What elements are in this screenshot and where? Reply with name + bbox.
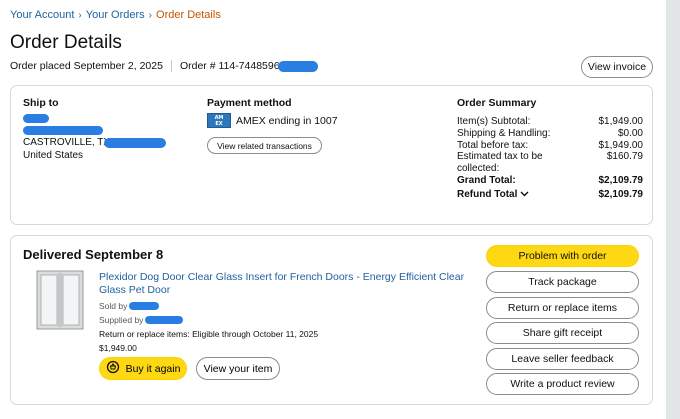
breadcrumb-separator: › — [78, 9, 82, 21]
order-number: Order # 114-7448596 — [180, 60, 318, 72]
problem-with-order-button[interactable]: Problem with order — [486, 245, 639, 267]
refund-total-toggle[interactable]: Refund Total — [457, 189, 529, 201]
write-review-button[interactable]: Write a product review — [486, 373, 639, 395]
order-number-text: Order # 114-7448596 — [179, 60, 280, 72]
breadcrumb-separator: › — [148, 9, 153, 21]
refund-total-value: $2,109.79 — [598, 188, 644, 200]
redaction-mark — [277, 60, 318, 72]
summary-label: Item(s) Subtotal: — [457, 116, 531, 127]
sold-by-line: Sold by — [99, 301, 160, 311]
summary-row: Total before tax: $1,949.00 — [457, 140, 643, 152]
grand-total-label: Grand Total: — [457, 174, 516, 186]
product-title-link[interactable]: Plexidor Dog Door Clear Glass Insert for… — [99, 271, 474, 297]
redaction-mark — [23, 113, 49, 123]
summary-label: Total before tax: — [457, 139, 529, 151]
ship-to-city: CASTROVILLE, TX — [23, 137, 111, 148]
summary-label: Shipping & Handling: — [457, 127, 551, 139]
view-your-item-button[interactable]: View your item — [196, 357, 280, 380]
leave-seller-feedback-button[interactable]: Leave seller feedback — [486, 348, 639, 370]
product-image[interactable] — [30, 269, 90, 331]
ship-to-address: CASTROVILLE, TX United States — [23, 112, 167, 163]
summary-value: $1,949.00 — [598, 116, 644, 127]
payment-method-title: Payment method — [207, 97, 292, 109]
summary-row: Item(s) Subtotal: $1,949.00 — [457, 116, 643, 128]
breadcrumb-your-account[interactable]: Your Account — [10, 9, 74, 21]
view-transactions-button[interactable]: View related transactions — [207, 137, 322, 154]
order-placed-date: Order placed September 2, 2025 — [10, 60, 163, 72]
supplied-by-label: Supplied by — [99, 315, 144, 325]
breadcrumb-your-orders[interactable]: Your Orders — [86, 9, 145, 21]
buy-again-icon — [106, 360, 120, 377]
grand-total-value: $2,109.79 — [598, 174, 644, 186]
order-summary-title: Order Summary — [457, 97, 537, 109]
breadcrumb: Your Account › Your Orders › Order Detai… — [10, 9, 221, 21]
ship-to-name-line — [23, 112, 166, 125]
page-title: Order Details — [10, 32, 122, 53]
supplied-by-line: Supplied by — [99, 315, 184, 325]
ship-to-title: Ship to — [23, 97, 59, 109]
amex-logo-bottom: EX — [215, 120, 223, 127]
redaction-mark — [23, 126, 103, 136]
redaction-mark — [104, 138, 167, 149]
summary-row: Estimated tax to be collected: $160.79 — [457, 151, 643, 175]
meta-divider — [170, 60, 172, 72]
ship-to-city-line: CASTROVILLE, TX — [23, 137, 167, 150]
shipment-card: Delivered September 8 Plexidor Dog Door … — [10, 235, 653, 405]
summary-value: $160.79 — [606, 151, 643, 163]
return-eligibility: Return or replace items: Eligible throug… — [99, 329, 319, 339]
summary-value: $0.00 — [617, 127, 643, 139]
order-meta: Order placed September 2, 2025 Order # 1… — [10, 60, 318, 72]
summary-value: $1,949.00 — [598, 139, 644, 151]
ship-to-country: United States — [23, 149, 84, 161]
dog-door-insert-icon — [36, 270, 84, 330]
view-invoice-button[interactable]: View invoice — [581, 56, 653, 78]
sold-by-label: Sold by — [99, 301, 128, 311]
refund-total-row[interactable]: Refund Total $2,109.79 — [457, 189, 643, 201]
buy-it-again-label: Buy it again — [125, 362, 181, 375]
amex-card-icon: AM EX — [207, 113, 231, 128]
payment-card-text: AMEX ending in 1007 — [236, 114, 338, 127]
redaction-mark — [129, 302, 160, 310]
breadcrumb-current: Order Details — [156, 9, 221, 21]
chevron-down-icon — [520, 189, 529, 199]
summary-row: Shipping & Handling: $0.00 — [457, 128, 643, 140]
return-replace-button[interactable]: Return or replace items — [486, 297, 639, 319]
share-gift-receipt-button[interactable]: Share gift receipt — [486, 322, 639, 344]
redaction-mark — [145, 316, 184, 324]
order-summary-table: Item(s) Subtotal: $1,949.00 Shipping & H… — [457, 116, 643, 201]
buy-it-again-button[interactable]: Buy it again — [99, 357, 187, 380]
refund-total-label: Refund Total — [457, 188, 518, 200]
item-price: $1,949.00 — [99, 343, 137, 353]
ship-to-street-line — [23, 125, 166, 138]
payment-card-row: AM EX AMEX ending in 1007 — [207, 113, 338, 128]
track-package-button[interactable]: Track package — [486, 271, 639, 293]
delivery-status: Delivered September 8 — [23, 247, 164, 262]
order-info-card: Ship to CASTROVILLE, TX United States Pa… — [10, 85, 653, 225]
summary-label: Estimated tax to be collected: — [457, 151, 543, 175]
grand-total-row: Grand Total: $2,109.79 — [457, 175, 643, 187]
ship-to-country-line: United States — [23, 150, 166, 163]
scrollbar-gutter[interactable] — [666, 0, 680, 419]
